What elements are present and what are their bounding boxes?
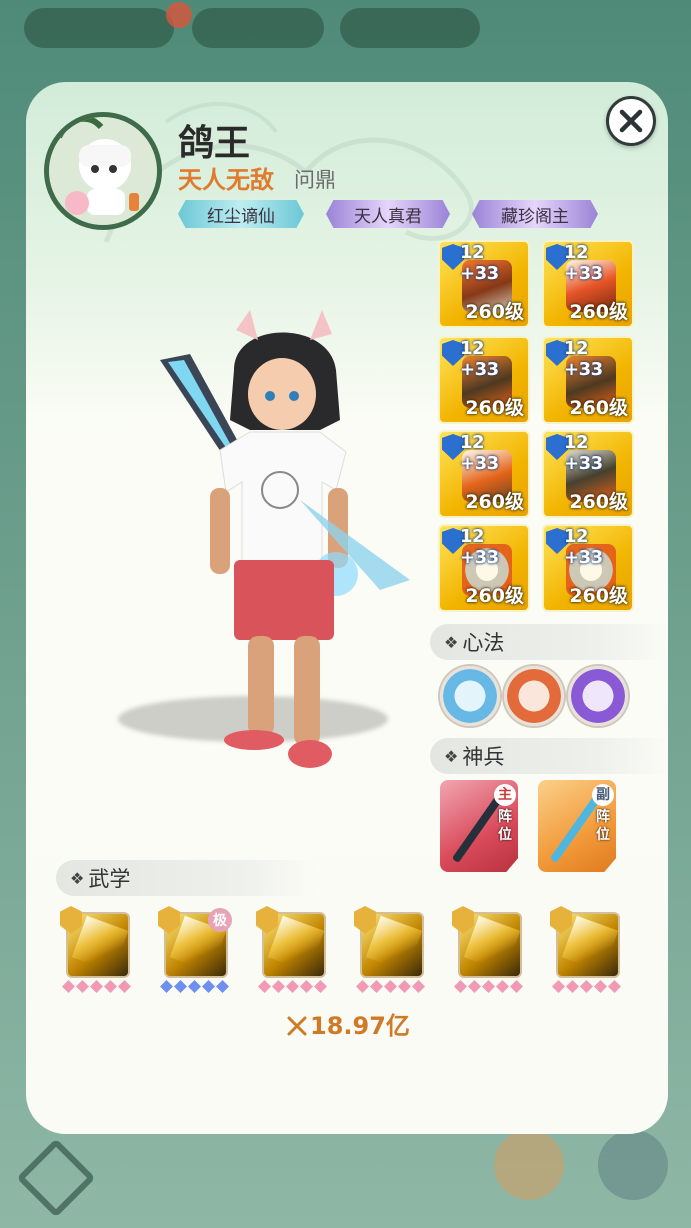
shenbing-secondary-tag: 副 阵位 (592, 784, 614, 844)
xinfa-slot-1[interactable] (440, 666, 500, 726)
section-wuxue-label: 武学 (88, 867, 131, 891)
equipment-level: 260级 (465, 397, 524, 419)
skill-6-stars (552, 980, 622, 994)
player-title: 天人无敌 (178, 166, 274, 194)
equipment-tier: 12 +33 (564, 242, 603, 284)
skill-5-stars (454, 980, 524, 994)
equipment-slot-6[interactable]: 12 +33 260级 (542, 430, 634, 518)
equipment-slot-1[interactable]: 12 +33 260级 (438, 240, 530, 328)
equipment-tier: 12 +33 (564, 432, 603, 474)
skill-2-stars (160, 980, 230, 994)
section-wuxue: ❖ 武学 (56, 860, 316, 896)
combat-power-value: 18.97亿 (310, 1012, 410, 1040)
equipment-tier: 12 +33 (460, 526, 499, 568)
diamond-bullet-icon: ❖ (444, 632, 459, 652)
player-guild[interactable]: 问鼎 (294, 164, 336, 194)
background-notification-dot (166, 2, 192, 28)
equipment-slot-7[interactable]: 12 +33 260级 (438, 524, 530, 612)
shenbing-primary-tag: 主 阵位 (494, 784, 516, 844)
crossed-swords-icon (287, 1016, 307, 1036)
avatar-portrait-icon (49, 117, 157, 225)
equipment-tier: 12 +33 (460, 338, 499, 380)
equipment-level: 260级 (465, 491, 524, 513)
equipment-level: 260级 (569, 585, 628, 607)
background-bottom-bar (0, 1130, 691, 1228)
close-button[interactable] (606, 96, 656, 146)
shenbing-primary[interactable]: 主 阵位 (440, 780, 518, 872)
close-icon (619, 109, 643, 133)
background-menu-icon (16, 1138, 96, 1218)
player-name: 鸽王 (178, 123, 251, 164)
combat-power: 18.97亿 (286, 1006, 410, 1041)
equipment-tier: 12 +33 (564, 338, 603, 380)
equipment-level: 260级 (465, 585, 524, 607)
shenbing-secondary[interactable]: 副 阵位 (538, 780, 616, 872)
xinfa-slot-3[interactable] (568, 666, 628, 726)
section-xinfa-label: 心法 (462, 631, 505, 655)
equipment-level: 260级 (569, 301, 628, 323)
background-pill-left (24, 8, 174, 48)
character-model[interactable] (150, 310, 430, 800)
diamond-bullet-icon: ❖ (444, 746, 459, 766)
equipment-level: 260级 (569, 397, 628, 419)
section-shenbing: ❖ 神兵 (430, 738, 668, 774)
equipment-slot-2[interactable]: 12 +33 260级 (542, 240, 634, 328)
badge-tianren[interactable]: 天人真君 (326, 200, 450, 228)
skill-3-stars (258, 980, 328, 994)
skill-max-badge: 极 (208, 908, 232, 932)
equipment-tier: 12 +33 (564, 526, 603, 568)
badge-cangzhen[interactable]: 藏珍阁主 (472, 200, 598, 228)
skill-4-stars (356, 980, 426, 994)
background-avatar-icon-2 (598, 1130, 668, 1200)
section-shenbing-label: 神兵 (462, 745, 505, 769)
badge-hongchen[interactable]: 红尘谪仙 (178, 200, 304, 228)
background-top-bar (0, 0, 691, 80)
section-xinfa: ❖ 心法 (430, 624, 668, 660)
equipment-slot-5[interactable]: 12 +33 260级 (438, 430, 530, 518)
equipment-slot-8[interactable]: 12 +33 260级 (542, 524, 634, 612)
equipment-slot-3[interactable]: 12 +33 260级 (438, 336, 530, 424)
diamond-bullet-icon: ❖ (70, 868, 85, 888)
equipment-level: 260级 (465, 301, 524, 323)
background-pill-middle (192, 8, 324, 48)
xinfa-slot-2[interactable] (504, 666, 564, 726)
background-pill-right (340, 8, 480, 48)
equipment-tier: 12 +33 (460, 432, 499, 474)
background-avatar-icon (494, 1130, 564, 1200)
skill-1-stars (62, 980, 132, 994)
player-avatar[interactable] (44, 112, 162, 230)
equipment-slot-4[interactable]: 12 +33 260级 (542, 336, 634, 424)
equipment-level: 260级 (569, 491, 628, 513)
equipment-tier: 12 +33 (460, 242, 499, 284)
